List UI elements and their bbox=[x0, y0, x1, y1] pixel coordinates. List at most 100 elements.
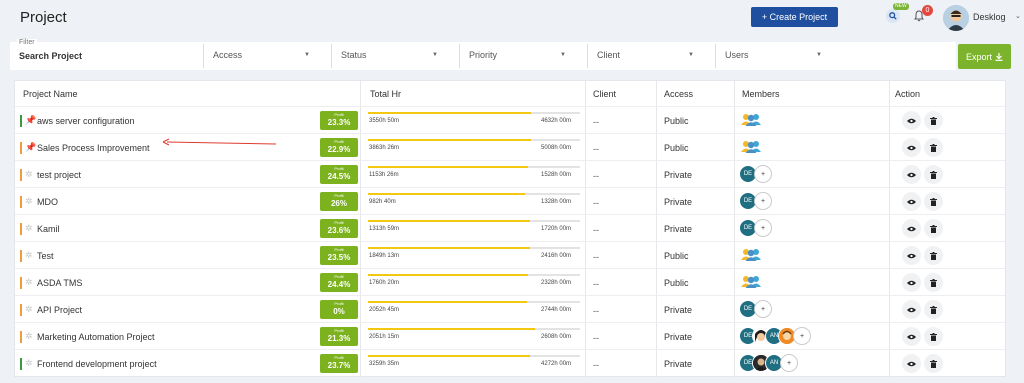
project-name-link[interactable]: test project bbox=[37, 170, 81, 180]
column-header-access[interactable]: Access bbox=[664, 89, 693, 99]
team-group-icon bbox=[740, 113, 762, 131]
add-member-button[interactable]: + bbox=[780, 354, 798, 372]
delete-button[interactable] bbox=[924, 165, 943, 184]
pin-outline-icon[interactable]: ✲ bbox=[25, 223, 33, 234]
project-name-link[interactable]: Kamil bbox=[37, 224, 60, 234]
user-name[interactable]: Desklog bbox=[973, 12, 1006, 22]
status-color-bar bbox=[20, 277, 22, 289]
delete-button[interactable] bbox=[924, 219, 943, 238]
profit-value: 26% bbox=[330, 199, 347, 208]
user-avatar[interactable] bbox=[943, 5, 969, 31]
pin-outline-icon[interactable]: ✲ bbox=[25, 169, 33, 180]
profit-caption: Profit bbox=[334, 355, 344, 360]
delete-button[interactable] bbox=[924, 138, 943, 157]
column-header-total-hr[interactable]: Total Hr bbox=[370, 89, 401, 99]
new-badge: NEW bbox=[893, 3, 909, 10]
column-header-client[interactable]: Client bbox=[593, 89, 616, 99]
pin-outline-icon[interactable]: ✲ bbox=[25, 250, 33, 261]
pin-outline-icon[interactable]: ✲ bbox=[25, 358, 33, 369]
view-button[interactable] bbox=[902, 165, 921, 184]
trash-icon bbox=[930, 359, 937, 368]
client-value: -- bbox=[593, 306, 599, 316]
chevron-down-icon[interactable]: ⌄ bbox=[1015, 12, 1021, 20]
trash-icon bbox=[930, 170, 937, 179]
pin-outline-icon[interactable]: ✲ bbox=[25, 331, 33, 342]
profit-caption: Profit bbox=[334, 193, 344, 198]
delete-button[interactable] bbox=[924, 111, 943, 130]
client-value: -- bbox=[593, 171, 599, 181]
hours-progress-bar bbox=[368, 139, 580, 141]
hours-spent: 2052h 45m bbox=[369, 307, 400, 313]
status-color-bar bbox=[20, 223, 22, 235]
table-row[interactable]: 📌 aws server configuration Profit 23.3% 3550… bbox=[15, 106, 1005, 133]
eye-icon bbox=[907, 361, 916, 367]
hours-progress-fill bbox=[368, 301, 527, 303]
table-row[interactable]: ✲ Frontend development project Profit 23.7%… bbox=[15, 349, 1005, 376]
project-search-input[interactable] bbox=[19, 51, 199, 61]
project-name-link[interactable]: MDO bbox=[37, 197, 58, 207]
view-button[interactable] bbox=[902, 219, 921, 238]
hours-spent: 3550h 50m bbox=[369, 118, 400, 124]
client-filter-select[interactable]: Client ▼ bbox=[587, 44, 715, 68]
view-button[interactable] bbox=[902, 354, 921, 373]
table-row[interactable]: ✲ MDO Profit 26% 982h 40m 1328h 00m -- Private D… bbox=[15, 187, 1005, 214]
global-search-button[interactable] bbox=[886, 9, 900, 23]
view-button[interactable] bbox=[902, 300, 921, 319]
table-row[interactable]: ✲ Kamil Profit 23.6% 1313h 59m 1720h 00m -- Pri… bbox=[15, 214, 1005, 241]
status-color-bar bbox=[20, 142, 22, 154]
create-project-button[interactable]: + Create Project bbox=[751, 7, 838, 27]
pin-icon[interactable]: 📌 bbox=[25, 142, 36, 153]
access-value: Public bbox=[664, 143, 689, 153]
pin-outline-icon[interactable]: ✲ bbox=[25, 304, 33, 315]
table-row[interactable]: ✲ ASDA TMS Profit 24.4% 1760h 20m 2328h 00m --… bbox=[15, 268, 1005, 295]
view-button[interactable] bbox=[902, 111, 921, 130]
access-filter-select[interactable]: Access ▼ bbox=[203, 44, 331, 68]
delete-button[interactable] bbox=[924, 192, 943, 211]
profit-value: 22.9% bbox=[327, 145, 351, 154]
table-row[interactable]: ✲ test project Profit 24.5% 1153h 26m 1528h 0… bbox=[15, 160, 1005, 187]
hours-progress-bar bbox=[368, 247, 580, 249]
project-name-link[interactable]: Test bbox=[37, 251, 54, 261]
column-header-members[interactable]: Members bbox=[742, 89, 780, 99]
delete-button[interactable] bbox=[924, 354, 943, 373]
export-button[interactable]: Export bbox=[958, 44, 1011, 69]
column-header-project-name[interactable]: Project Name bbox=[23, 89, 78, 99]
project-name-link[interactable]: ASDA TMS bbox=[37, 278, 82, 288]
profit-value: 0% bbox=[333, 307, 345, 316]
eye-icon bbox=[907, 253, 916, 259]
pin-outline-icon[interactable]: ✲ bbox=[25, 277, 33, 288]
search-icon bbox=[889, 12, 897, 20]
delete-button[interactable] bbox=[924, 300, 943, 319]
priority-filter-select[interactable]: Priority ▼ bbox=[459, 44, 587, 68]
pin-icon[interactable]: 📌 bbox=[25, 115, 36, 126]
users-filter-select[interactable]: Users ▼ bbox=[715, 44, 843, 68]
table-row[interactable]: ✲ Test Profit 23.5% 1849h 13m 2416h 00m -- Publ… bbox=[15, 241, 1005, 268]
view-button[interactable] bbox=[902, 273, 921, 292]
status-filter-select[interactable]: Status ▼ bbox=[331, 44, 459, 68]
table-row[interactable]: ✲ API Project Profit 0% 2052h 45m 2744h 00m --… bbox=[15, 295, 1005, 322]
project-name-link[interactable]: Frontend development project bbox=[37, 359, 157, 369]
project-name-link[interactable]: Marketing Automation Project bbox=[37, 332, 155, 342]
view-button[interactable] bbox=[902, 327, 921, 346]
table-row[interactable]: ✲ Marketing Automation Project Profit 21.3%… bbox=[15, 322, 1005, 349]
delete-button[interactable] bbox=[924, 246, 943, 265]
access-value: Public bbox=[664, 278, 689, 288]
add-member-button[interactable]: + bbox=[754, 219, 772, 237]
project-name-link[interactable]: Sales Process Improvement bbox=[37, 143, 150, 153]
client-value: -- bbox=[593, 279, 599, 289]
eye-icon bbox=[907, 118, 916, 124]
pin-outline-icon[interactable]: ✲ bbox=[25, 196, 33, 207]
view-button[interactable] bbox=[902, 192, 921, 211]
add-member-button[interactable]: + bbox=[754, 300, 772, 318]
view-button[interactable] bbox=[902, 246, 921, 265]
project-name-link[interactable]: API Project bbox=[37, 305, 82, 315]
add-member-button[interactable]: + bbox=[793, 327, 811, 345]
profit-badge: Profit 24.5% bbox=[320, 165, 358, 184]
delete-button[interactable] bbox=[924, 327, 943, 346]
delete-button[interactable] bbox=[924, 273, 943, 292]
project-name-link[interactable]: aws server configuration bbox=[37, 116, 135, 126]
status-color-bar bbox=[20, 115, 22, 127]
add-member-button[interactable]: + bbox=[754, 165, 772, 183]
add-member-button[interactable]: + bbox=[754, 192, 772, 210]
view-button[interactable] bbox=[902, 138, 921, 157]
